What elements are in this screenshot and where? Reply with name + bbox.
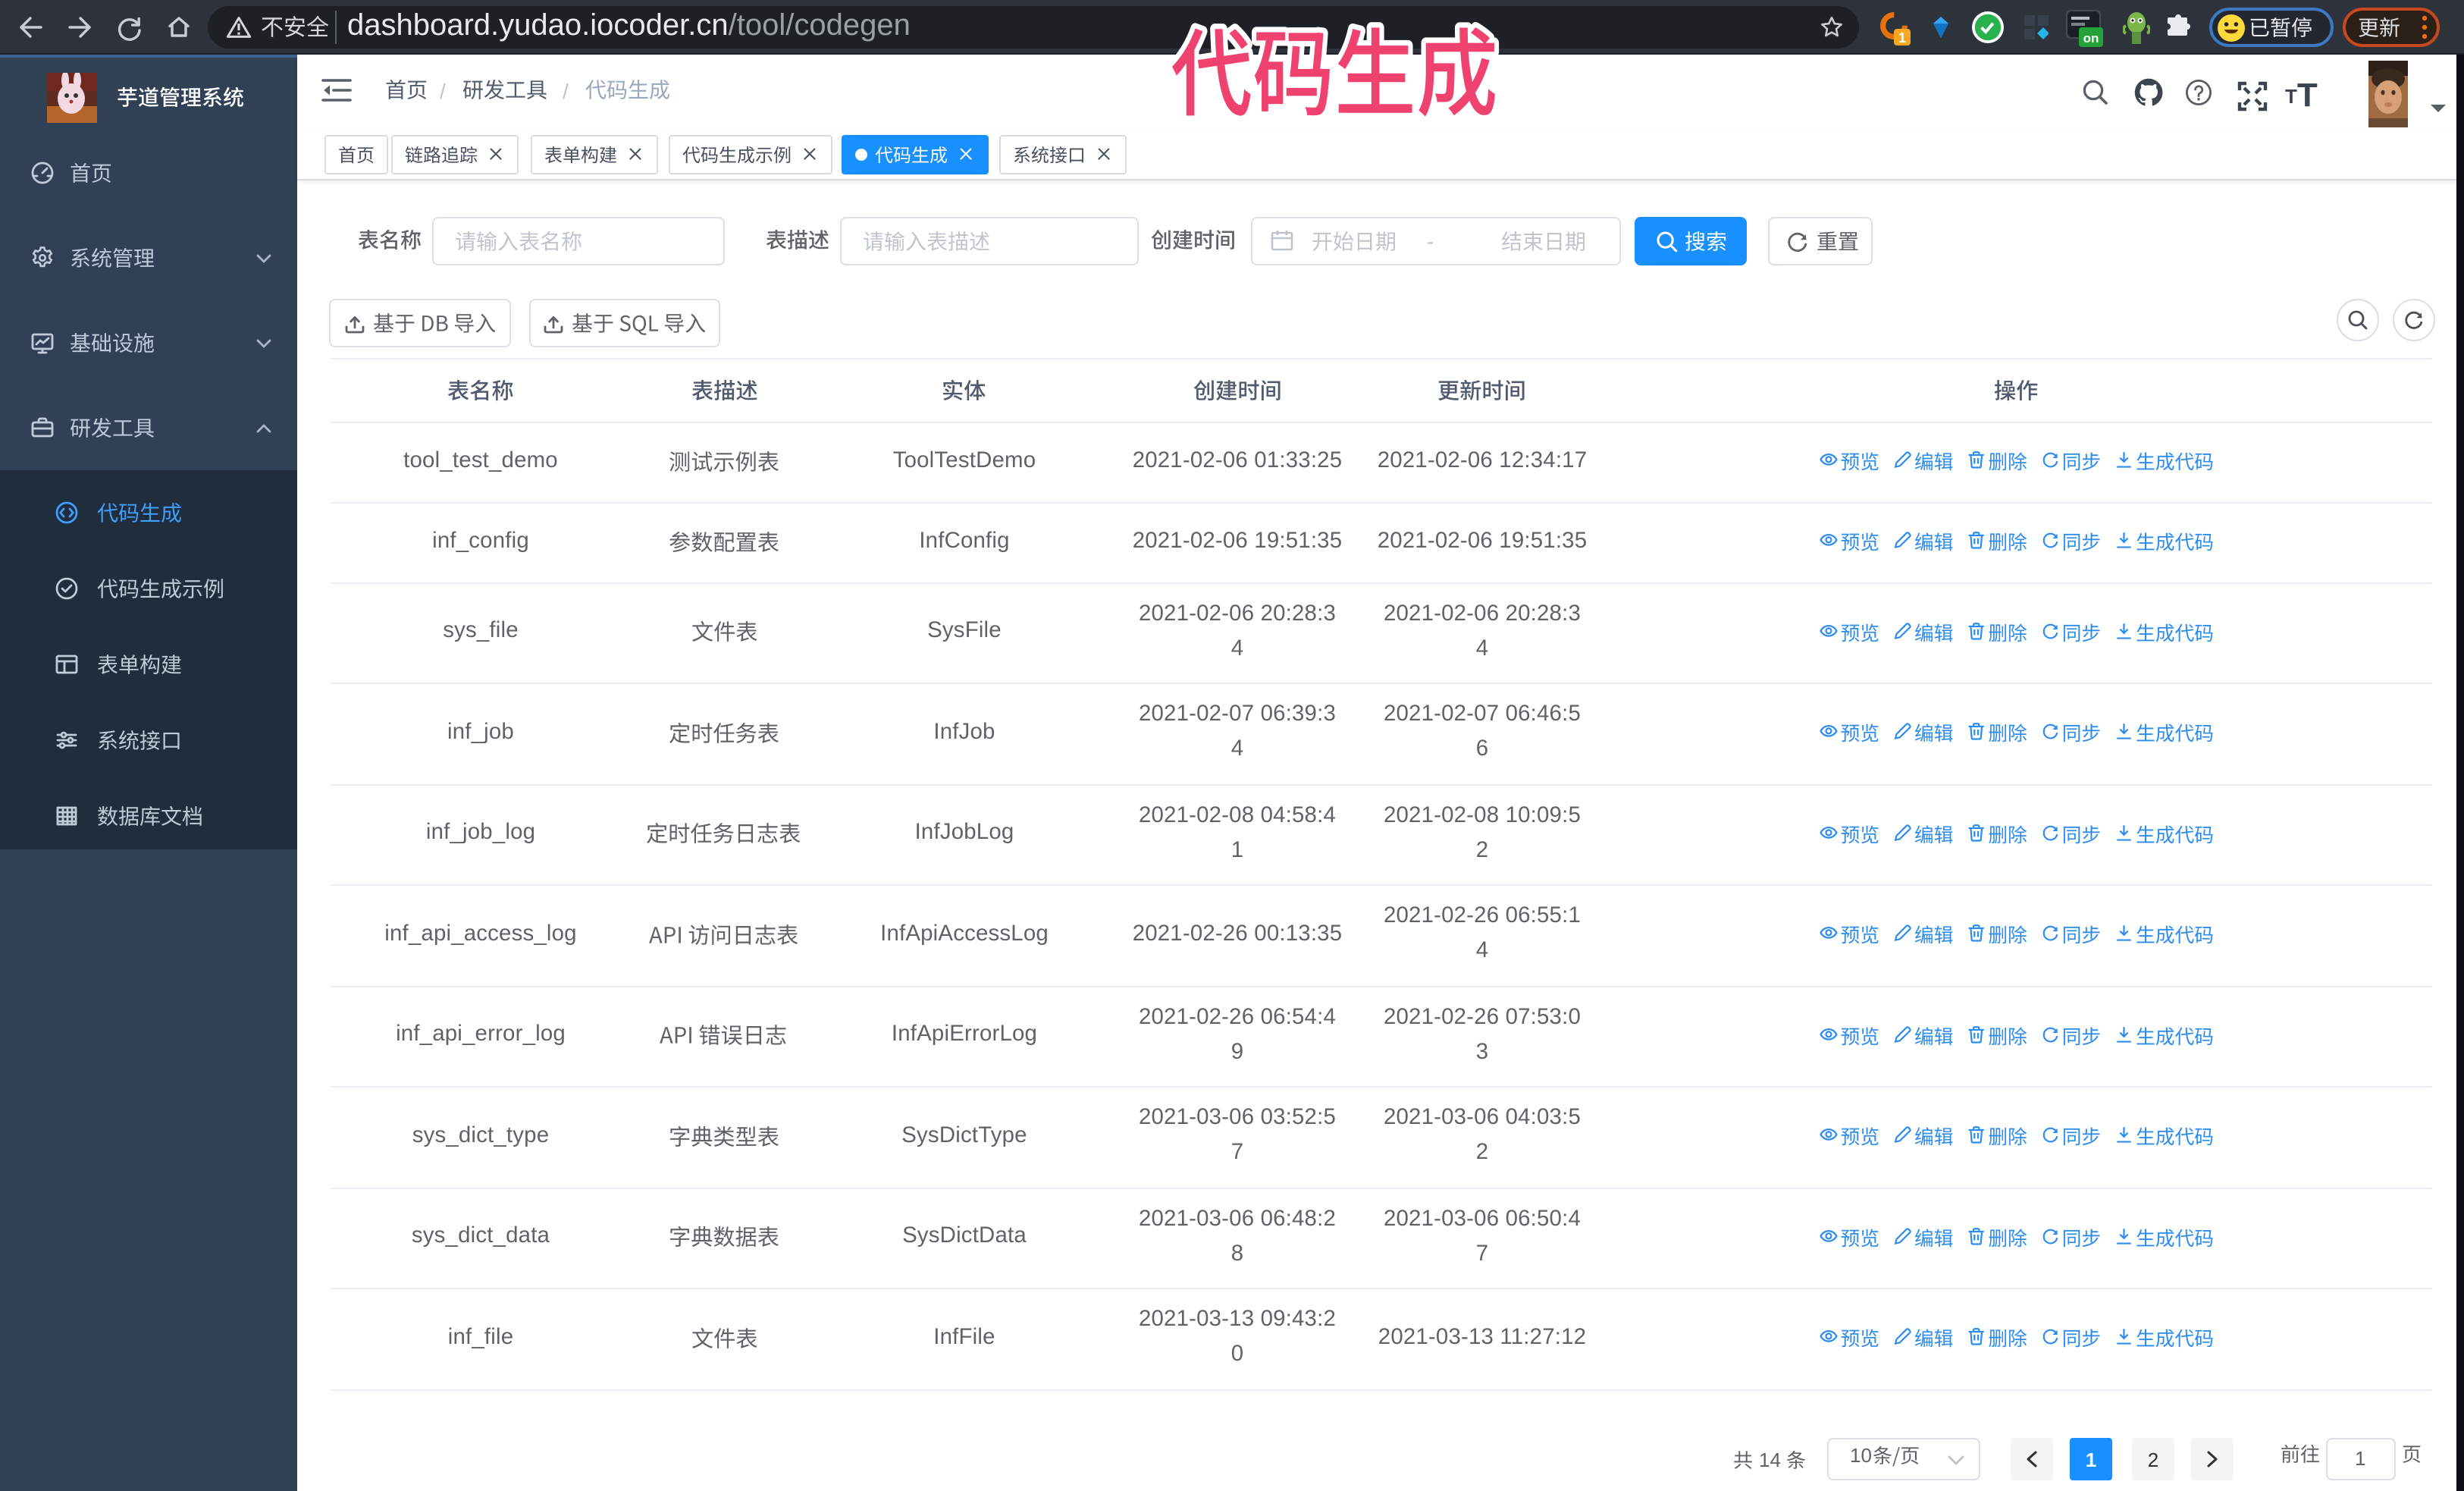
svg-text:1: 1 xyxy=(1898,30,1906,46)
svg-text:on: on xyxy=(2083,31,2099,46)
